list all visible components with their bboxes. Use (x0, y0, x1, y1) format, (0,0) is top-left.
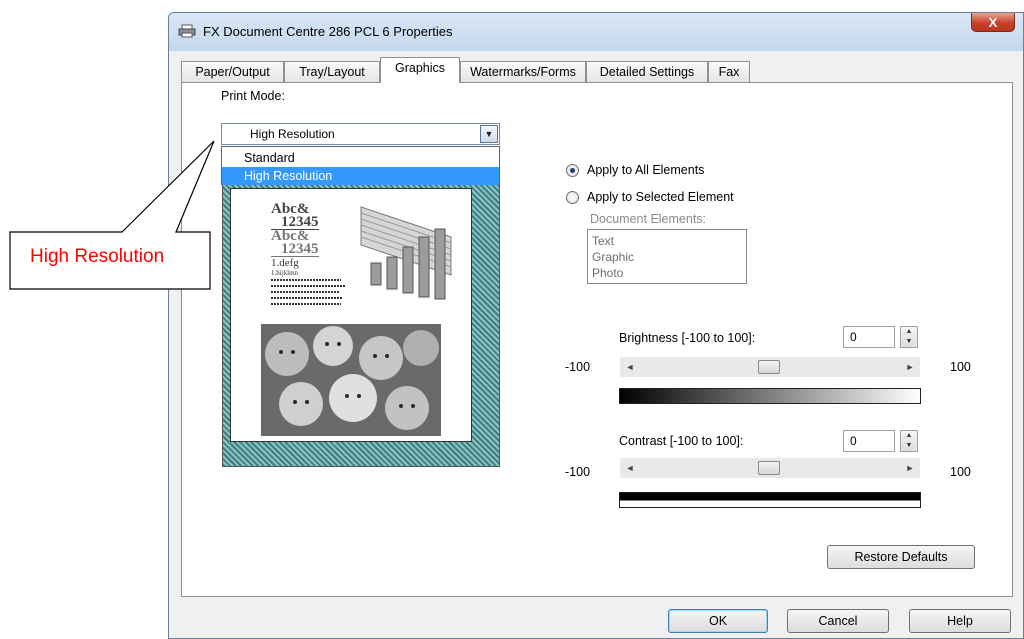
callout-annotation (9, 140, 215, 290)
callout-label: High Resolution (30, 246, 165, 267)
